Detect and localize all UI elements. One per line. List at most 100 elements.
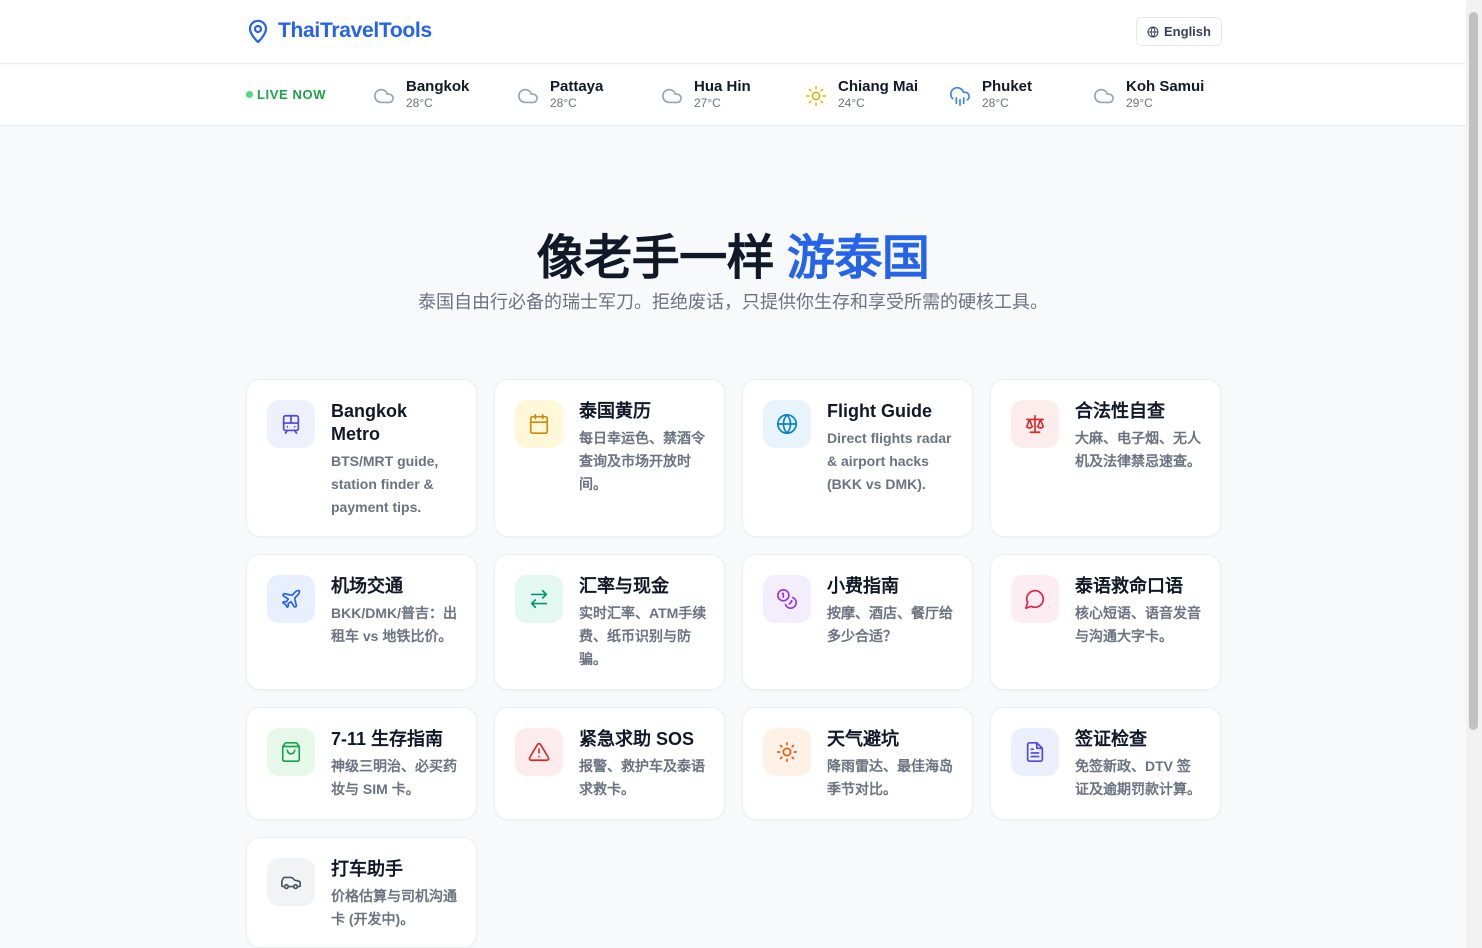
- tool-card[interactable]: Flight Guide Direct flights radar & airpo…: [742, 379, 973, 537]
- weather-city: Bangkok 28°C: [373, 77, 469, 110]
- tool-title: 7-11 生存指南: [331, 729, 444, 749]
- scale-icon: [1025, 414, 1045, 434]
- city-name: Bangkok: [406, 78, 470, 95]
- sun-icon: [777, 742, 797, 762]
- language-button[interactable]: English: [1136, 17, 1222, 46]
- shopping-bag-icon: [281, 742, 301, 762]
- tool-title: 机场交通: [331, 576, 403, 596]
- exchange-icon: [530, 589, 548, 609]
- cloud-icon: [1094, 88, 1114, 104]
- tool-card[interactable]: 合法性自查大麻、电子烟、无人机及法律禁忌速查。: [990, 379, 1221, 537]
- calendar-icon: [529, 414, 549, 434]
- weather-icon: [1093, 85, 1115, 107]
- document-icon: [1026, 742, 1044, 762]
- cloud-icon: [374, 88, 394, 104]
- tool-description: BTS/MRT guide, station finder & payment …: [331, 453, 439, 515]
- tool-description: 实时汇率、ATM手续费、纸币识别与防骗。: [579, 605, 707, 667]
- globe-icon: [777, 414, 797, 434]
- tool-title: 天气避坑: [827, 729, 899, 749]
- tool-title: 泰语救命口语: [1075, 576, 1183, 596]
- tool-icon-box: [267, 728, 315, 776]
- train-icon: [282, 414, 300, 434]
- tool-description: 降雨雷达、最佳海岛季节对比。: [827, 758, 953, 797]
- chat-icon: [1025, 589, 1045, 609]
- brand-name: ThaiTravelTools: [278, 19, 432, 42]
- tool-card[interactable]: 签证检查免签新政、DTV 签证及逾期罚款计算。: [990, 707, 1221, 820]
- hero-title: 像老手一样 游泰国: [0, 218, 1466, 288]
- cloud-rain-icon: [950, 86, 970, 106]
- city-temp: 28°C: [406, 96, 433, 110]
- tool-description: 免签新政、DTV 签证及逾期罚款计算。: [1075, 758, 1201, 797]
- city-name: Koh Samui: [1126, 78, 1205, 95]
- weather-icon: [805, 85, 827, 107]
- tool-card[interactable]: 机场交通 BKK/DMK/普吉：出租车 vs 地铁比价。: [246, 554, 477, 690]
- live-dot: [246, 91, 253, 98]
- tool-icon-box: [515, 400, 563, 448]
- tool-card[interactable]: 7-11 生存指南神级三明治、必买药妆与 SIM 卡。: [246, 707, 477, 820]
- tool-icon-box: [515, 575, 563, 623]
- live-indicator: LIVE NOW: [246, 87, 326, 102]
- tool-title: 合法性自查: [1075, 401, 1165, 421]
- tool-description: 大麻、电子烟、无人机及法律禁忌速查。: [1075, 430, 1201, 469]
- tool-title: Bangkok Metro: [331, 401, 408, 444]
- tool-icon-box: [515, 728, 563, 776]
- tool-icon-box: [763, 400, 811, 448]
- coins-icon: [777, 589, 797, 609]
- weather-icon: [661, 85, 683, 107]
- weather-icon: [949, 85, 971, 107]
- weather-city: Pattaya 28°C: [517, 77, 603, 110]
- tool-icon-box: [763, 575, 811, 623]
- tool-icon-box: [1011, 728, 1059, 776]
- cloud-icon: [518, 88, 538, 104]
- tool-title: Flight Guide: [827, 401, 932, 421]
- warning-icon: [528, 742, 550, 762]
- tool-icon-box: [1011, 575, 1059, 623]
- city-temp: 28°C: [550, 96, 577, 110]
- tool-card[interactable]: 天气避坑降雨雷达、最佳海岛季节对比。: [742, 707, 973, 820]
- brand-logo[interactable]: ThaiTravelTools: [246, 18, 432, 44]
- tool-description: 价格估算与司机沟通卡 (开发中)。: [331, 888, 457, 927]
- city-name: Phuket: [982, 78, 1033, 95]
- globe-icon: [1147, 26, 1159, 37]
- tool-card[interactable]: 汇率与现金 实时汇率、ATM手续费、纸币识别与防骗。: [494, 554, 725, 690]
- city-temp: 27°C: [694, 96, 721, 110]
- sun-icon: [806, 86, 826, 106]
- city-temp: 28°C: [982, 96, 1009, 110]
- hero-title-main: 像老手一样: [536, 232, 787, 285]
- tool-title: 签证检查: [1075, 729, 1147, 749]
- tool-icon-box: [1011, 400, 1059, 448]
- weather-city: Hua Hin 27°C: [661, 77, 751, 110]
- scrollbar-thumb[interactable]: [1469, 12, 1478, 730]
- tool-card[interactable]: Bangkok Metro BTS/MRT guide, station find…: [246, 379, 477, 537]
- weather-icon: [517, 85, 539, 107]
- city-name: Pattaya: [550, 78, 604, 95]
- hero-title-accent: 游泰国: [786, 232, 930, 285]
- live-label: LIVE NOW: [257, 87, 327, 102]
- city-temp: 24°C: [838, 96, 865, 110]
- tool-icon-box: [763, 728, 811, 776]
- tool-icon-box: [267, 400, 315, 448]
- cloud-icon: [662, 88, 682, 104]
- tool-description: 按摩、酒店、餐厅给多少合适？: [827, 605, 953, 644]
- tool-description: 神级三明治、必买药妆与 SIM 卡。: [331, 758, 457, 797]
- weather-icon: [373, 85, 395, 107]
- map-pin-icon: [248, 19, 268, 44]
- city-name: Chiang Mai: [838, 78, 919, 95]
- tool-card[interactable]: 泰语救命口语核心短语、语音发音与沟通大字卡。: [990, 554, 1221, 690]
- tool-description: Direct flights radar & airport hacks (BK…: [827, 430, 952, 492]
- tool-card[interactable]: 打车助手 价格估算与司机沟通卡 (开发中)。: [246, 837, 477, 948]
- tool-icon-box: [267, 858, 315, 906]
- tool-card[interactable]: 紧急求助 SOS 报警、救护车及泰语求救卡。: [494, 707, 725, 820]
- tool-card[interactable]: 小费指南按摩、酒店、餐厅给多少合适？: [742, 554, 973, 690]
- language-label: English: [1164, 24, 1211, 39]
- weather-city: Phuket 28°C: [949, 77, 1032, 110]
- tool-description: 核心短语、语音发音与沟通大字卡。: [1075, 605, 1201, 644]
- city-temp: 29°C: [1126, 96, 1153, 110]
- tool-icon-box: [267, 575, 315, 623]
- city-name: Hua Hin: [694, 78, 751, 95]
- weather-city: Chiang Mai 24°C: [805, 77, 918, 110]
- tool-title: 小费指南: [827, 576, 899, 596]
- tool-card[interactable]: 泰国黄历 每日幸运色、禁酒令查询及市场开放时间。: [494, 379, 725, 537]
- tool-title: 泰国黄历: [579, 401, 651, 421]
- tool-description: BKK/DMK/普吉：出租车 vs 地铁比价。: [331, 605, 457, 644]
